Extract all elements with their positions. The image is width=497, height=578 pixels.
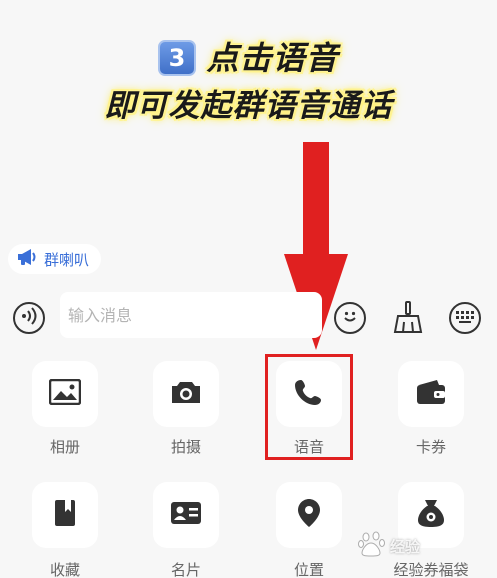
favorites-button[interactable]	[32, 482, 98, 548]
location-button[interactable]	[276, 482, 342, 548]
location-pin-icon	[297, 498, 321, 532]
screen: 3 点击语音 即可发起群语音通话 群喇叭 输入消息 相册 拍摄 语音 卡券 收藏…	[0, 0, 497, 578]
money-bag-icon	[417, 498, 445, 532]
caption-line-1: 3 点击语音	[0, 36, 497, 80]
business-card-button[interactable]	[153, 482, 219, 548]
album-button[interactable]	[32, 361, 98, 427]
camera-button[interactable]	[153, 361, 219, 427]
wallet-icon	[416, 379, 446, 409]
coupon-label: 卡券	[415, 438, 446, 456]
broom-button[interactable]	[392, 300, 424, 334]
favorites-label: 收藏	[49, 561, 80, 578]
broom-icon	[392, 301, 424, 338]
megaphone-icon	[16, 248, 38, 270]
sound-wave-icon	[20, 307, 38, 329]
camera-label: 拍摄	[170, 438, 201, 456]
voice-input-toggle-button[interactable]	[13, 302, 45, 334]
album-label: 相册	[49, 438, 80, 456]
business-card-label: 名片	[170, 561, 201, 578]
contact-card-icon	[170, 501, 202, 529]
group-horn-button[interactable]: 群喇叭	[8, 244, 102, 274]
red-arrow-shaft	[303, 142, 329, 256]
step-number-badge: 3	[158, 40, 197, 76]
baidu-paw-icon	[358, 531, 386, 561]
message-input-row	[0, 290, 497, 346]
keyboard-button[interactable]	[449, 302, 481, 334]
smiley-icon	[340, 306, 360, 330]
instruction-caption: 3 点击语音 即可发起群语音通话	[0, 36, 497, 130]
caption-line-2: 即可发起群语音通话	[104, 88, 393, 124]
location-label: 位置	[293, 561, 324, 578]
baidu-watermark: 经验	[358, 528, 488, 564]
keyboard-icon	[455, 309, 475, 328]
emoji-button[interactable]	[334, 302, 366, 334]
photo-icon	[48, 378, 82, 409]
bookmark-icon	[53, 499, 77, 531]
camera-icon	[170, 379, 202, 409]
group-horn-label: 群喇叭	[44, 250, 90, 269]
caption-line-1-text: 点击语音	[206, 39, 339, 77]
voice-highlight-box	[265, 354, 353, 460]
coupon-button[interactable]	[398, 361, 464, 427]
message-input[interactable]	[60, 292, 322, 338]
watermark-text: 经验	[390, 537, 421, 556]
